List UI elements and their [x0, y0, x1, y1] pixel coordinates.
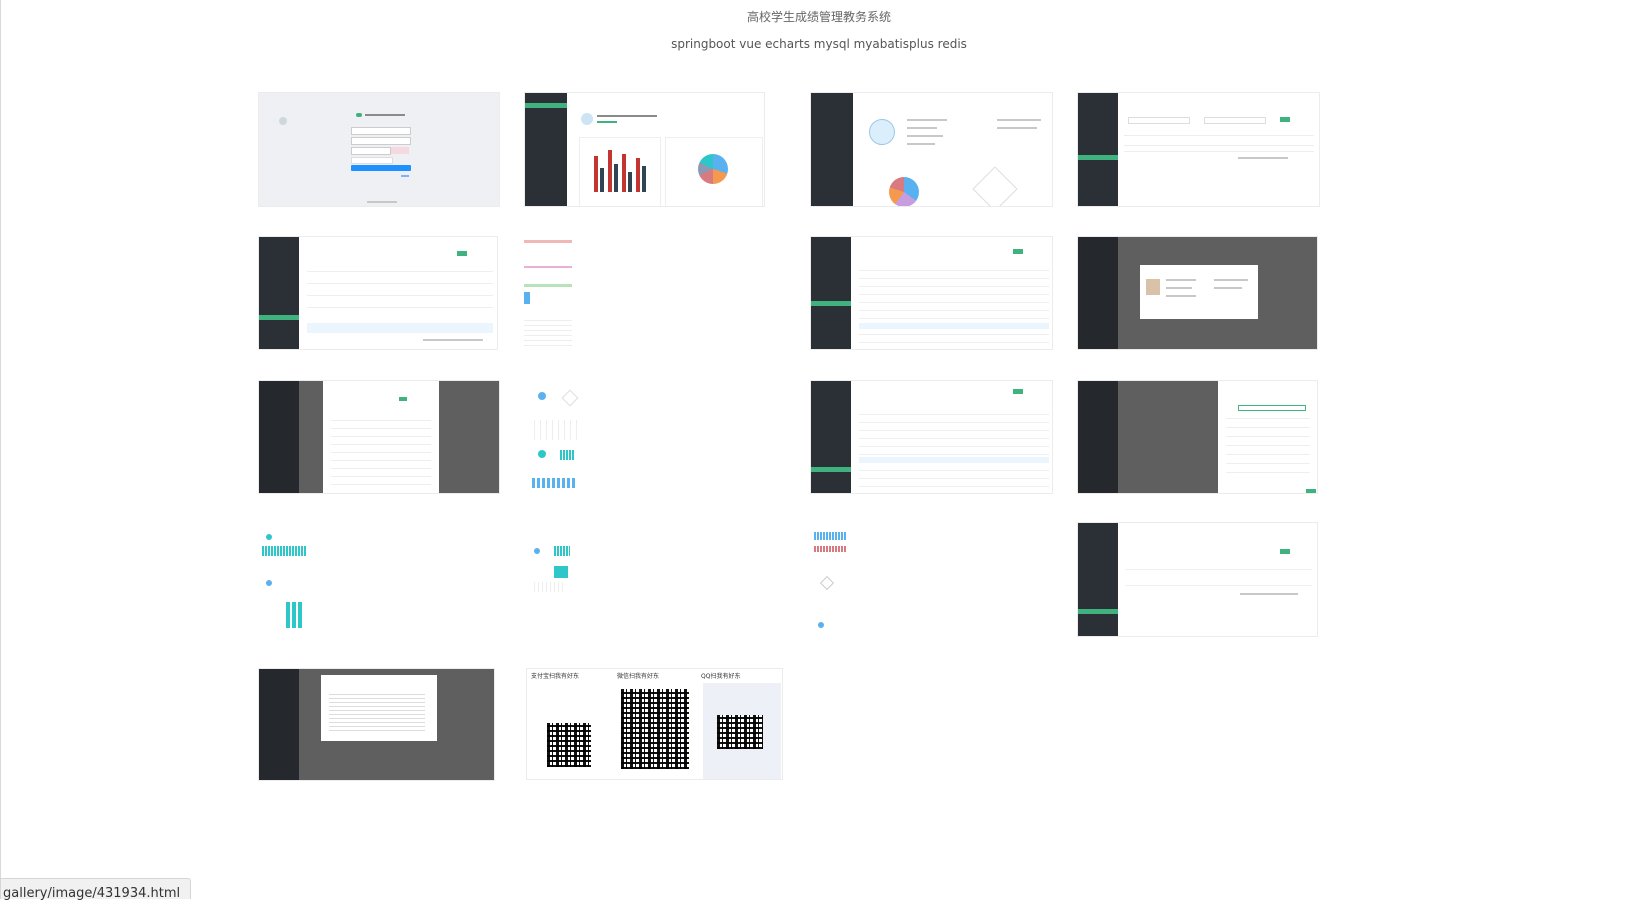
- login-title-text: [365, 114, 405, 116]
- pagination: [1240, 593, 1298, 595]
- wechat-qr-icon: [621, 689, 689, 769]
- sidebar-active-item: [1078, 609, 1118, 614]
- thumbnail-text-modal[interactable]: [258, 668, 495, 781]
- sidebar: [525, 93, 567, 206]
- page-title: 高校学生成绩管理教务系统: [746, 10, 891, 24]
- avatar: [869, 119, 895, 145]
- radar-chart: [972, 166, 1018, 206]
- highlighted-row: [859, 457, 1049, 463]
- window-left-border: [0, 0, 1, 893]
- alipay-qr-icon: [547, 723, 591, 767]
- search-field: [1204, 117, 1266, 124]
- search-button: [1280, 549, 1290, 554]
- sidebar-active-item: [259, 315, 299, 320]
- sidebar: [811, 237, 851, 349]
- footer-text: [367, 201, 397, 203]
- captcha-image: [391, 147, 409, 154]
- sidebar-active-item: [525, 103, 567, 108]
- thumbnail-dashboard[interactable]: [524, 92, 765, 207]
- thumbnail-table-large[interactable]: [810, 236, 1053, 350]
- page-subtitle: springboot vue echarts mysql myabatisplu…: [671, 37, 967, 51]
- decor-dot: [279, 117, 287, 125]
- thumbnail-long-table[interactable]: [524, 236, 572, 350]
- register-link: [401, 175, 409, 177]
- logo-icon: [356, 113, 362, 117]
- password-field: [351, 137, 411, 145]
- detail-dialog: [321, 675, 437, 741]
- username-field: [351, 127, 411, 135]
- welcome-text: [597, 115, 657, 117]
- thumbnail-profile-modal[interactable]: [1077, 236, 1318, 350]
- search-button: [457, 251, 467, 256]
- sidebar-active-item: [1078, 155, 1118, 160]
- thumbnail-score-modal[interactable]: [258, 380, 500, 494]
- pie-chart: [889, 177, 919, 206]
- pagination: [423, 339, 483, 341]
- score-dialog: [323, 381, 439, 493]
- thumbnail-table-medium[interactable]: [258, 236, 498, 350]
- qq-qr-icon: [717, 715, 763, 749]
- sidebar: [259, 237, 299, 349]
- thumbnail-drawer-form[interactable]: [1077, 380, 1318, 494]
- sidebar: [259, 669, 299, 780]
- confirm-button: [1306, 489, 1316, 493]
- login-button: [351, 165, 411, 171]
- thumbnail-donation-qr[interactable]: 支付宝扫我有好东 微信扫我有好东 QQ扫我有好东: [526, 668, 783, 780]
- sidebar: [811, 93, 853, 206]
- sidebar: [259, 381, 299, 493]
- sidebar-active-item: [811, 467, 851, 472]
- role-select: [351, 157, 393, 164]
- bar-chart-card: [579, 137, 661, 206]
- alipay-label: 支付宝扫我有好东: [531, 673, 580, 680]
- thumbnail-charts-strip[interactable]: [524, 380, 588, 494]
- pie-chart-card: [665, 137, 763, 206]
- thumbnail-table-small[interactable]: [1077, 522, 1318, 637]
- avatar: [581, 113, 593, 125]
- profile-dialog: [1140, 265, 1258, 319]
- captcha-field: [351, 147, 391, 155]
- thumbnail-table-large[interactable]: [810, 380, 1053, 494]
- thumbnail-charts-strip[interactable]: [258, 522, 308, 636]
- sidebar-active-item: [811, 301, 851, 306]
- thumbnail-table-small[interactable]: [1077, 92, 1320, 207]
- data-table: [859, 407, 1049, 493]
- highlighted-row: [859, 323, 1049, 329]
- sidebar: [1078, 381, 1118, 493]
- thumbnail-charts-strip[interactable]: [524, 522, 576, 636]
- sidebar: [811, 381, 851, 493]
- search-field: [1128, 117, 1190, 124]
- qq-label: QQ扫我有好东: [701, 673, 741, 680]
- wechat-label: 微信扫我有好东: [617, 673, 660, 680]
- sidebar: [1078, 523, 1118, 636]
- sidebar: [1078, 237, 1118, 349]
- drawer-panel: [1218, 381, 1317, 493]
- search-button: [1013, 389, 1023, 394]
- profile-photo: [1146, 279, 1160, 295]
- sidebar: [1078, 93, 1118, 206]
- status-bar-url: gallery/image/431934.html: [0, 878, 192, 901]
- data-table: [859, 267, 1049, 349]
- thumbnail-login[interactable]: [258, 92, 500, 207]
- thumbnail-profile-charts[interactable]: [810, 92, 1053, 207]
- search-button: [1013, 249, 1023, 254]
- pagination: [1238, 157, 1288, 159]
- thumbnail-charts-strip[interactable]: [810, 522, 848, 636]
- role-badge: [597, 121, 617, 123]
- highlighted-row: [307, 323, 493, 333]
- search-button: [1280, 117, 1290, 122]
